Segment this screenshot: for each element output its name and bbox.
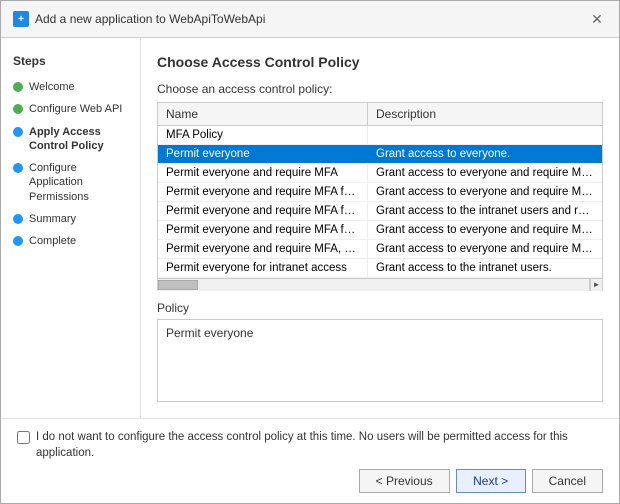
step-dot-configure-web-api xyxy=(13,104,23,114)
previous-button[interactable]: < Previous xyxy=(359,469,450,493)
scroll-right-arrow[interactable]: ► xyxy=(590,279,602,291)
step-label-complete: Complete xyxy=(29,234,76,248)
next-button[interactable]: Next > xyxy=(456,469,526,493)
table-cell-name: Permit everyone xyxy=(158,145,368,163)
policy-section: Policy Permit everyone xyxy=(157,301,603,402)
table-cell-name: Permit everyone and require MFA for spec… xyxy=(158,183,368,201)
table-row[interactable]: Permit everyone and require MFA for spec… xyxy=(158,183,602,202)
table-cell-name: Permit everyone for intranet access xyxy=(158,259,368,277)
policy-box: Permit everyone xyxy=(157,319,603,402)
sidebar-item-configure-web-api[interactable]: Configure Web API xyxy=(13,102,128,116)
step-label-welcome: Welcome xyxy=(29,80,75,94)
sidebar-item-welcome[interactable]: Welcome xyxy=(13,80,128,94)
table-cell-description xyxy=(368,126,602,144)
table-cell-description: Grant access to everyone and require MFA… xyxy=(368,240,602,258)
step-label-apply-access-control: Apply Access Control Policy xyxy=(29,125,128,154)
page-title: Choose Access Control Policy xyxy=(157,54,603,70)
table-cell-description: Grant access to everyone and require MFA… xyxy=(368,221,602,239)
no-policy-checkbox-label: I do not want to configure the access co… xyxy=(36,429,603,461)
table-cell-description: Grant access to the intranet users and r… xyxy=(368,202,602,220)
table-cell-name: Permit everyone and require MFA from una… xyxy=(158,221,368,239)
horizontal-scrollbar: ► xyxy=(157,279,603,291)
table-row[interactable]: Permit everyoneGrant access to everyone. xyxy=(158,145,602,164)
button-row: < Previous Next > Cancel xyxy=(17,469,603,493)
col-description-header: Description xyxy=(368,103,602,125)
policy-label: Policy xyxy=(157,301,603,315)
no-policy-checkbox[interactable] xyxy=(17,431,30,444)
step-dot-configure-app-perms xyxy=(13,163,23,173)
main-dialog: + Add a new application to WebApiToWebAp… xyxy=(0,0,620,504)
table-cell-name: MFA Policy xyxy=(158,126,368,144)
steps-sidebar: Steps Welcome Configure Web API Apply Ac… xyxy=(1,38,141,418)
step-label-configure-app-perms: Configure Application Permissions xyxy=(29,161,128,204)
table-cell-name: Permit everyone and require MFA, allow a… xyxy=(158,240,368,258)
close-button[interactable]: ✕ xyxy=(587,9,607,29)
table-cell-description: Grant access to everyone and require MFA… xyxy=(368,164,602,182)
dialog-content: Steps Welcome Configure Web API Apply Ac… xyxy=(1,38,619,418)
sidebar-item-complete[interactable]: Complete xyxy=(13,234,128,248)
no-policy-checkbox-row: I do not want to configure the access co… xyxy=(17,429,603,461)
sidebar-item-configure-app-perms[interactable]: Configure Application Permissions xyxy=(13,161,128,204)
table-cell-name: Permit everyone and require MFA xyxy=(158,164,368,182)
step-label-summary: Summary xyxy=(29,212,76,226)
table-row[interactable]: MFA Policy xyxy=(158,126,602,145)
h-scroll-thumb[interactable] xyxy=(158,280,198,290)
step-label-configure-web-api: Configure Web API xyxy=(29,102,122,116)
table-row[interactable]: Permit everyone and require MFA, allow a… xyxy=(158,240,602,259)
step-dot-welcome xyxy=(13,82,23,92)
table-header: Name Description xyxy=(158,103,602,126)
cancel-button[interactable]: Cancel xyxy=(532,469,603,493)
table-row[interactable]: Permit everyone and require MFAGrant acc… xyxy=(158,164,602,183)
step-dot-complete xyxy=(13,236,23,246)
h-scroll-track[interactable] xyxy=(158,279,590,291)
table-row[interactable]: Permit everyone and require MFA from una… xyxy=(158,221,602,240)
table-cell-name: Permit everyone and require MFA from ext… xyxy=(158,202,368,220)
table-section-label: Choose an access control policy: xyxy=(157,82,603,96)
table-cell-description: Grant access to everyone. xyxy=(368,145,602,163)
step-dot-apply-access-control xyxy=(13,127,23,137)
title-bar: + Add a new application to WebApiToWebAp… xyxy=(1,1,619,38)
steps-title: Steps xyxy=(13,54,128,68)
sidebar-item-apply-access-control[interactable]: Apply Access Control Policy xyxy=(13,125,128,154)
table-body: MFA PolicyPermit everyoneGrant access to… xyxy=(158,126,602,278)
table-cell-description: Grant access to everyone and require MFA… xyxy=(368,183,602,201)
sidebar-item-summary[interactable]: Summary xyxy=(13,212,128,226)
policy-table: Name Description MFA PolicyPermit everyo… xyxy=(157,102,603,279)
dialog-footer: I do not want to configure the access co… xyxy=(1,418,619,503)
dialog-title: Add a new application to WebApiToWebApi xyxy=(35,12,265,26)
app-icon: + xyxy=(13,11,29,27)
step-dot-summary xyxy=(13,214,23,224)
table-cell-description: Grant access to the intranet users. xyxy=(368,259,602,277)
col-name-header: Name xyxy=(158,103,368,125)
table-row[interactable]: Permit everyone and require MFA from ext… xyxy=(158,202,602,221)
table-row[interactable]: Permit everyone for intranet accessGrant… xyxy=(158,259,602,278)
main-panel: Choose Access Control Policy Choose an a… xyxy=(141,38,619,418)
